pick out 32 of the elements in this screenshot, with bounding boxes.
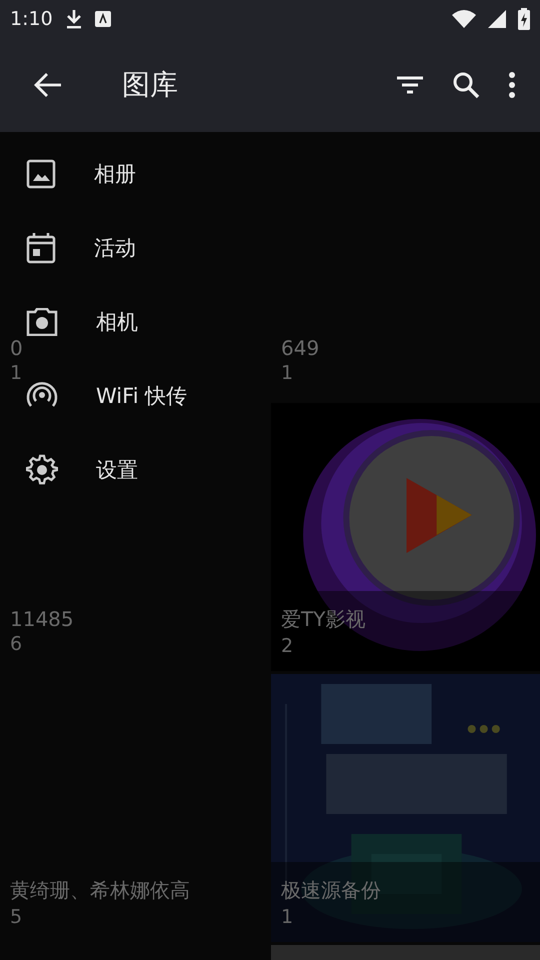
filter-icon bbox=[396, 75, 424, 95]
back-arrow-icon bbox=[34, 72, 62, 98]
search-icon bbox=[452, 71, 480, 99]
camera-icon bbox=[26, 308, 58, 336]
album-count: 1 bbox=[10, 362, 22, 384]
album-count: 1 bbox=[281, 906, 294, 928]
album-name: 649 bbox=[281, 336, 320, 360]
menu-item[interactable]: 相机 bbox=[26, 300, 138, 344]
menu-item[interactable]: 活动 bbox=[26, 226, 136, 270]
wifi-icon bbox=[452, 10, 476, 28]
album-name: 极速源备份 bbox=[281, 876, 381, 904]
calendar-icon bbox=[26, 232, 56, 264]
album-name: 黄绮珊、希林娜依高 bbox=[10, 876, 190, 904]
album-count: 5 bbox=[10, 906, 22, 928]
image-icon bbox=[26, 159, 56, 189]
album-count: 6 bbox=[10, 633, 22, 655]
menu-item[interactable]: 相册 bbox=[26, 152, 136, 196]
signal-icon bbox=[488, 10, 506, 28]
album-count: 2 bbox=[281, 634, 294, 656]
album-name: 爱TY影视 bbox=[281, 606, 366, 632]
battery-icon bbox=[518, 8, 530, 30]
more-vertical-icon bbox=[508, 72, 516, 98]
download-icon bbox=[64, 9, 83, 29]
album-name: 0 bbox=[10, 336, 23, 360]
album-name: 11485 bbox=[10, 607, 74, 631]
album-count: 1 bbox=[281, 362, 294, 384]
menu-item[interactable]: 设置 bbox=[26, 448, 138, 492]
status-time: 1:10 bbox=[10, 8, 53, 30]
settings-icon bbox=[26, 454, 58, 486]
menu-item[interactable]: WiFi 快传 bbox=[26, 374, 188, 418]
screen-title: 图库 bbox=[122, 67, 179, 103]
keyboard-notification-icon bbox=[94, 11, 111, 27]
